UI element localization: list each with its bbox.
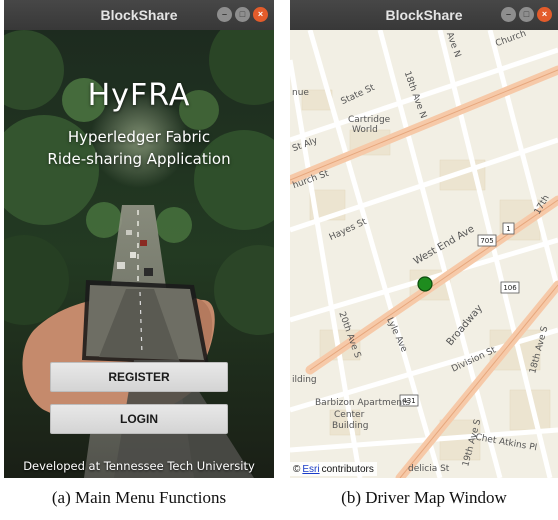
close-icon[interactable]: × [253,7,268,22]
map-label-delicia: delicia St [408,464,450,474]
register-button[interactable]: REGISTER [50,362,228,392]
main-menu-window: BlockShare – □ × HyFRA Hyperledger Fabri… [4,0,274,478]
route-shield-705: 705 [480,237,493,245]
map-label-barbizon: Barbizon Apartments [315,398,411,408]
app-title: HyFRA [87,78,191,113]
map-label-nue: nue [292,88,309,98]
route-shield-1: 1 [506,225,510,233]
window-title: BlockShare [385,7,463,23]
map-label-world: World [352,125,378,135]
app-subtitle-line2: Ride-sharing Application [47,150,231,168]
attribution-contributors: contributors [321,463,374,475]
map-view[interactable]: 705 1 106 431 Church Ave N State St 18th… [290,30,558,478]
driver-location-marker[interactable] [417,276,433,292]
window-controls: – □ × [501,7,552,22]
map-label-center: Center [334,410,365,420]
esri-link[interactable]: Esri [302,464,319,475]
window-controls: – □ × [217,7,268,22]
minimize-icon[interactable]: – [501,7,516,22]
login-button[interactable]: LOGIN [50,404,228,434]
title-bar[interactable]: BlockShare – □ × [290,0,558,30]
minimize-icon[interactable]: – [217,7,232,22]
maximize-icon[interactable]: □ [235,7,250,22]
map-label-building2: Building [332,421,369,431]
window-title: BlockShare [100,7,178,23]
map-label-building: ilding [292,375,317,385]
main-menu-content: HyFRA Hyperledger Fabric Ride-sharing Ap… [4,30,274,478]
maximize-icon[interactable]: □ [519,7,534,22]
route-shield-106: 106 [503,284,517,292]
copyright-symbol: © [293,463,301,475]
map-attribution: © Esri contributors [290,462,377,476]
caption-main-menu: (a) Main Menu Functions [51,488,227,507]
close-icon[interactable]: × [537,7,552,22]
title-bar[interactable]: BlockShare – □ × [4,0,274,30]
footer-credit: Developed at Tennessee Tech University [23,459,255,473]
map-label-cartridge: Cartridge [348,115,391,125]
caption-driver-map: (b) Driver Map Window [341,488,507,507]
driver-map-window: BlockShare – □ × 705 1 106 431 Church Av… [290,0,558,478]
app-subtitle-line1: Hyperledger Fabric [67,128,211,146]
